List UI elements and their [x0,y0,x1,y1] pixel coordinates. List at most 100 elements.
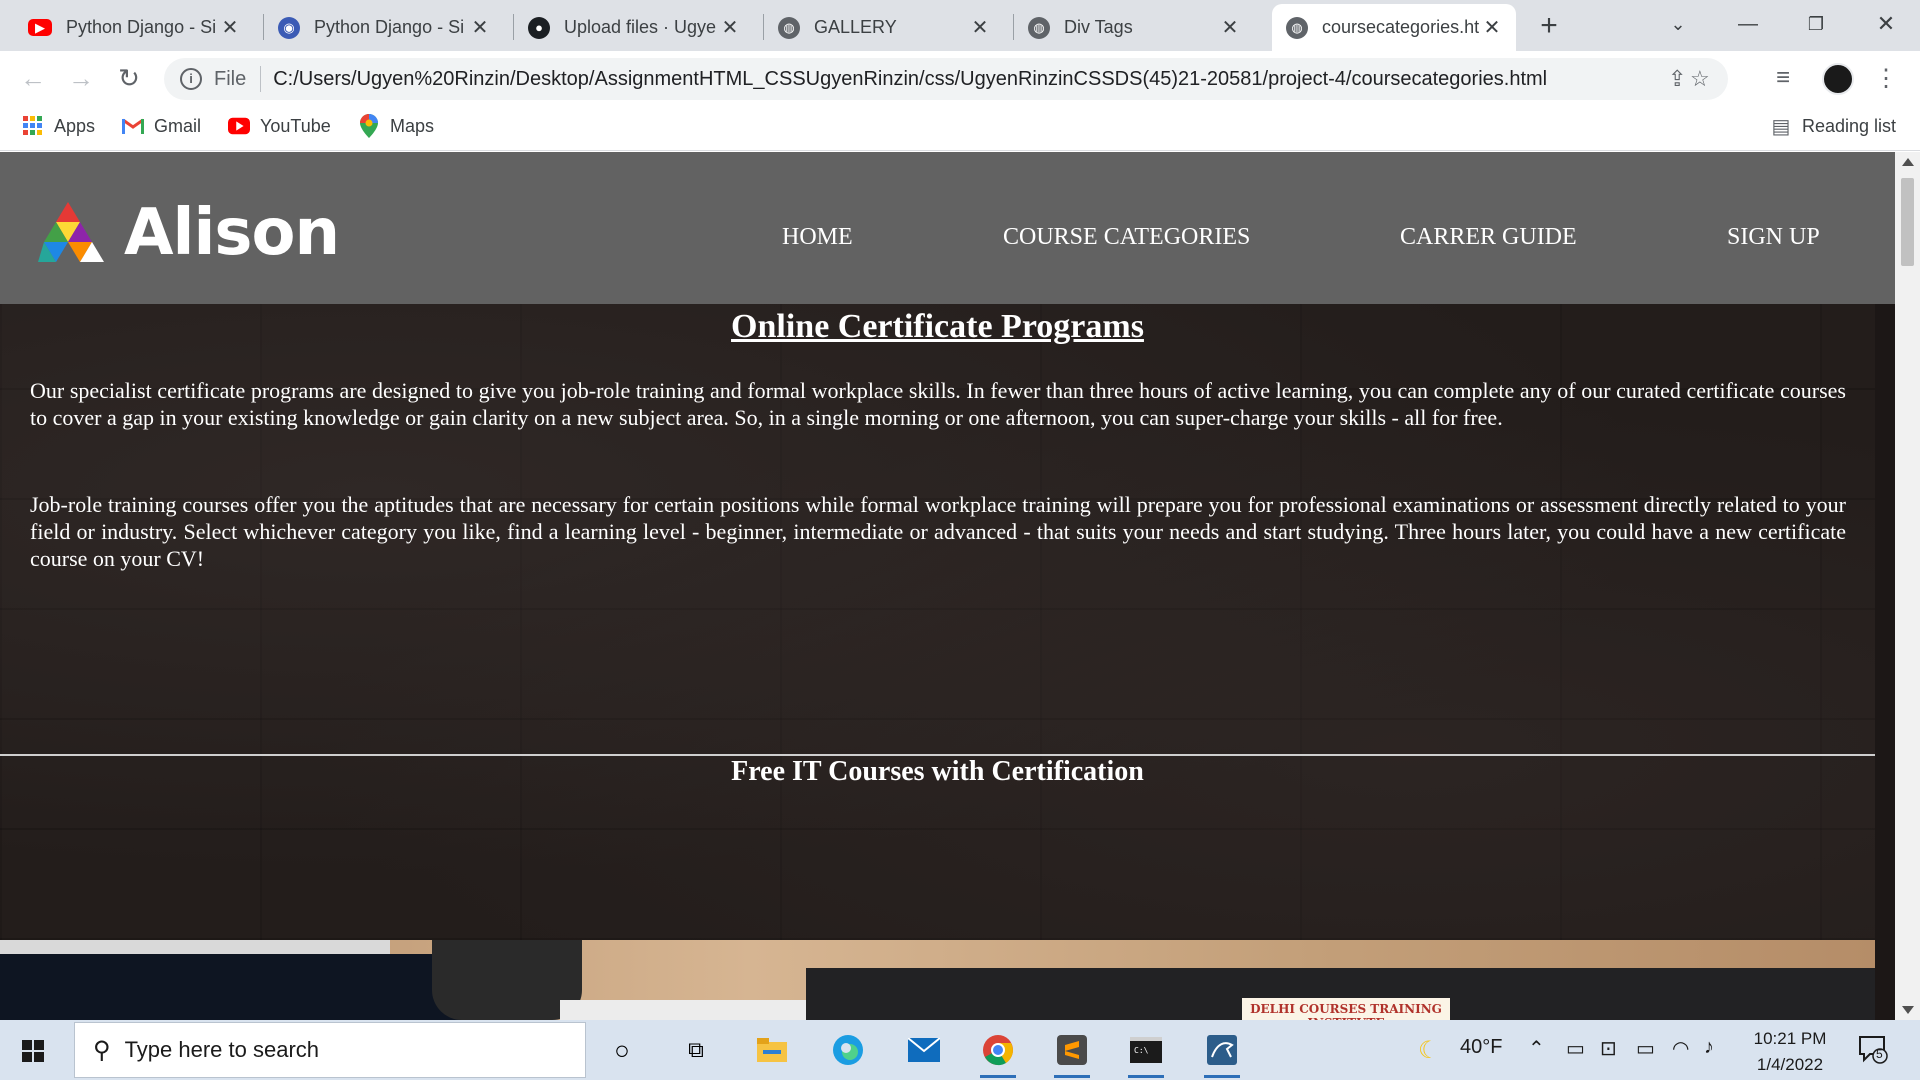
back-arrow-icon[interactable]: ← [16,61,50,95]
scheme-label: File [214,67,247,90]
address-bar[interactable]: i File C:/Users/Ugyen%20Rinzin/Desktop/A… [164,58,1728,100]
nav-career-guide[interactable]: CARRER GUIDE [1400,224,1577,251]
bookmark-star-icon[interactable]: ☆ [1690,66,1710,92]
cortana-icon[interactable]: ○ [604,1032,640,1068]
reading-list-button[interactable]: ▤ Reading list [1770,115,1897,138]
tab-title: Python Django - Si [314,17,465,37]
course-banner-image: DELHI COURSES TRAINING INSTITUTE [0,940,1875,1020]
notification-icon [1859,1036,1888,1064]
sublime-text-icon[interactable] [1054,1032,1090,1078]
scrollbar-thumb[interactable] [1901,178,1914,266]
forward-arrow-icon[interactable]: → [64,61,98,95]
globe-icon: ◍ [1286,16,1308,39]
logo-text: Alison [124,196,340,270]
bookmark-youtube[interactable]: YouTube [228,115,331,137]
close-icon[interactable]: ✕ [970,15,990,40]
nav-course-categories[interactable]: COURSE CATEGORIES [1003,224,1250,251]
tab-title: GALLERY [814,17,897,37]
close-icon[interactable]: ✕ [470,15,490,40]
page-scrollbar[interactable] [1895,152,1920,1020]
banner-laptop [0,954,470,1020]
url-text[interactable]: C:/Users/Ugyen%20Rinzin/Desktop/Assignme… [273,68,1547,91]
close-icon[interactable]: ✕ [720,15,740,40]
close-icon[interactable]: ✕ [1220,15,1240,40]
tab-title: Upload files · Ugye [564,17,717,37]
weather-temp[interactable]: 40°F [1460,1036,1502,1059]
bookmark-gmail[interactable]: Gmail [122,115,201,137]
github-icon: ● [528,16,550,39]
close-icon[interactable]: ✕ [1482,15,1502,40]
wifi-icon[interactable]: ◠ [1672,1036,1689,1061]
media-control-icon[interactable]: ≡ [1776,64,1790,92]
django-icon: ◉ [278,16,300,39]
banner-laptop-lid [0,940,390,954]
weather-moon-icon[interactable]: ☾ [1418,1036,1440,1065]
edge-icon[interactable] [830,1032,866,1068]
clock-date: 1/4/2022 [1756,1055,1824,1074]
reload-icon[interactable]: ↻ [112,61,146,95]
tab-title: coursecategories.ht [1322,17,1480,37]
restore-button[interactable]: ❐ [1796,6,1836,42]
globe-icon: ◍ [1028,16,1050,39]
windows-taskbar: ⚲ Type here to search ○ ⧉ C:\ ☾ 40°F ⌃ ▭… [0,1020,1920,1080]
menu-kebab-icon[interactable]: ⋮ [1874,64,1898,93]
window-close-button[interactable]: ✕ [1866,6,1906,42]
youtube-icon: ▶ [28,19,52,36]
tray-chevron-icon[interactable]: ⌃ [1528,1036,1545,1061]
tab-upload-files[interactable]: ● Upload files · Ugye ✕ [514,4,754,51]
tab-python-django-1[interactable]: ▶ Python Django - Si ✕ [14,4,254,51]
recording-icon[interactable]: ⊡ [1600,1036,1617,1061]
minimize-button[interactable]: — [1728,6,1768,42]
apps-grid-icon [22,115,44,137]
chrome-icon[interactable] [980,1032,1016,1078]
intro-paragraph-1: Our specialist certificate programs are … [30,378,1846,430]
address-divider [260,66,262,92]
bookmark-label: Apps [54,115,96,136]
bookmark-label: YouTube [260,115,331,136]
task-view-icon[interactable]: ⧉ [678,1032,714,1068]
battery-icon[interactable]: ▭ [1636,1036,1655,1061]
bookmark-label: Gmail [154,115,202,136]
bookmark-label: Maps [390,115,435,136]
mail-icon[interactable] [906,1032,942,1068]
bookmark-apps[interactable]: Apps [22,115,95,137]
taskbar-search-box[interactable]: ⚲ Type here to search [74,1022,586,1078]
scroll-up-arrow-icon[interactable] [1902,158,1914,166]
tab-title: Python Django - Si [66,17,217,37]
info-icon[interactable]: i [180,68,202,90]
tab-gallery[interactable]: ◍ GALLERY ✕ [764,4,1004,51]
bookmark-maps[interactable]: Maps [358,114,435,138]
meet-now-icon[interactable]: ▭ [1566,1036,1585,1061]
site-header: Alison HOME COURSE CATEGORIES CARRER GUI… [0,152,1895,304]
hero-section: Online Certificate Programs Our speciali… [0,304,1875,940]
tab-coursecategories[interactable]: ◍ coursecategories.ht ✕ [1272,4,1516,51]
tab-div-tags[interactable]: ◍ Div Tags ✕ [1014,4,1254,51]
reading-list-icon: ▤ [1771,115,1791,138]
banner-poster-text: DELHI COURSES TRAINING INSTITUTE [1250,1002,1442,1020]
close-icon[interactable]: ✕ [220,15,240,40]
nav-sign-up[interactable]: SIGN UP [1727,224,1820,251]
mysql-workbench-icon[interactable] [1204,1032,1240,1078]
notification-count: 5 [1876,1047,1883,1061]
new-tab-button[interactable]: + [1534,8,1564,44]
alison-logo-mark-icon [38,202,104,262]
nav-home[interactable]: HOME [782,224,853,251]
share-icon[interactable]: ⇪ [1668,66,1686,92]
tab-python-django-2[interactable]: ◉ Python Django - Si ✕ [264,4,504,51]
alison-logo[interactable]: Alison [38,196,340,270]
svg-text:C:\: C:\ [1134,1046,1149,1055]
clock-time: 10:21 PM [1753,1029,1827,1048]
tab-search-chevron-icon[interactable]: ⌄ [1658,6,1698,42]
taskbar-clock[interactable]: 10:21 PM 1/4/2022 [1730,1026,1850,1078]
youtube-icon [228,115,250,137]
profile-avatar[interactable] [1822,63,1854,95]
volume-icon[interactable]: ♪ [1704,1036,1714,1059]
scroll-down-arrow-icon[interactable] [1902,1006,1914,1014]
notifications-button[interactable]: 5 [1858,1034,1888,1064]
intro-paragraph-2: Job-role training courses offer you the … [30,492,1846,571]
browser-toolbar: ← → ↻ i File C:/Users/Ugyen%20Rinzin/Des… [0,51,1920,105]
search-placeholder: Type here to search [124,1037,320,1062]
terminal-icon[interactable]: C:\ [1128,1032,1164,1078]
file-explorer-icon[interactable] [754,1032,790,1068]
windows-start-icon[interactable] [22,1040,44,1062]
